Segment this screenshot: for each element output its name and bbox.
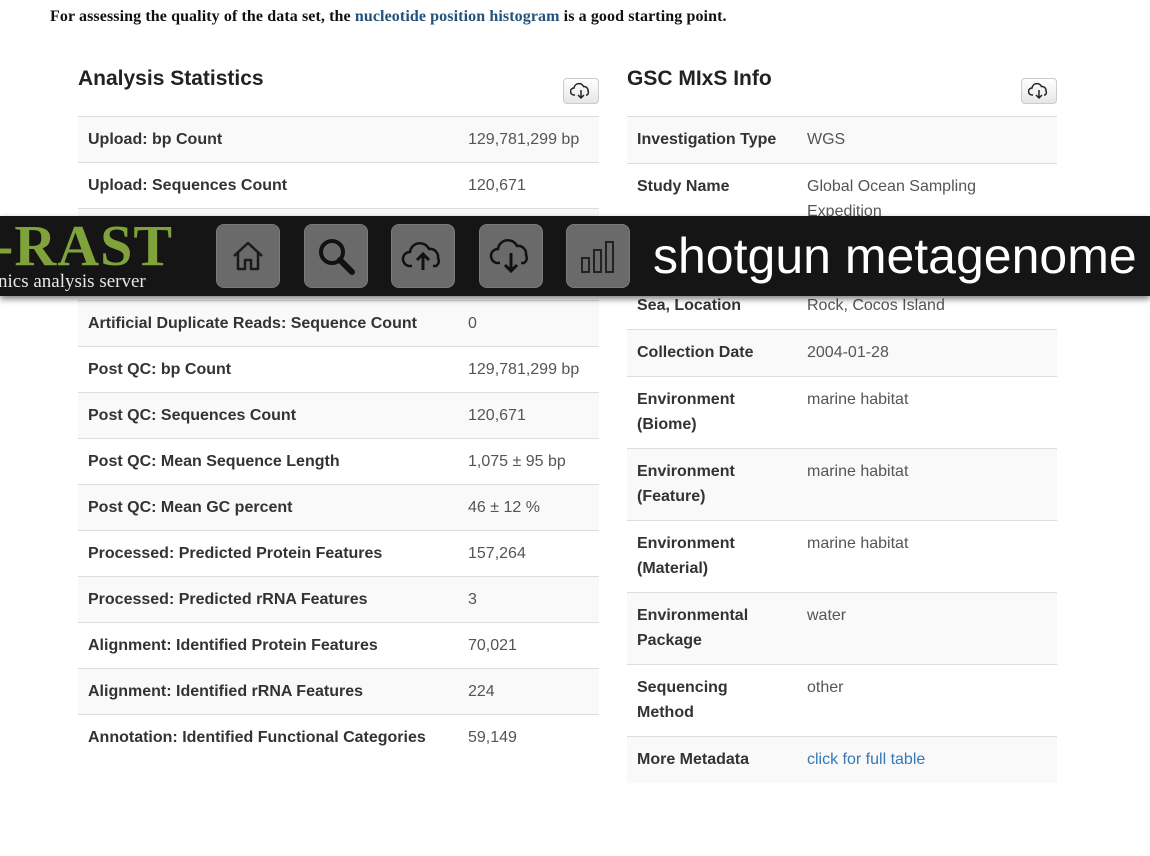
row-label: Environment (Biome) (637, 391, 735, 433)
cloud-download-icon (1028, 82, 1048, 100)
row-label: Environmental Package (637, 607, 749, 649)
analysis-button[interactable] (566, 224, 630, 288)
row-value: 1,075 ± 95 bp (468, 453, 566, 470)
table-row: More Metadata click for full table (627, 736, 1057, 784)
row-value: 120,671 (468, 407, 526, 424)
row-value: 129,781,299 bp (468, 361, 580, 378)
row-value: marine habitat (807, 535, 909, 552)
intro-text: For assessing the quality of the data se… (50, 8, 727, 26)
row-label: Investigation Type (637, 131, 777, 148)
row-value: 70,021 (468, 637, 517, 654)
row-value: 46 ± 12 % (468, 499, 540, 516)
logo[interactable]: -RAST (0, 217, 173, 275)
row-label: Upload: bp Count (88, 131, 223, 148)
chart-icon (581, 241, 614, 273)
row-value: marine habitat (807, 391, 909, 408)
full-table-link[interactable]: click for full table (807, 751, 925, 768)
download-icon (489, 239, 528, 274)
home-button[interactable] (216, 224, 280, 288)
row-value: 59,149 (468, 729, 517, 746)
row-label: Post QC: Sequences Count (88, 407, 297, 424)
row-value: 3 (468, 591, 477, 608)
row-label: Processed: Predicted Protein Features (88, 545, 383, 562)
row-value: 129,781,299 bp (468, 131, 580, 148)
table-row: Environment (Material) marine habitat (627, 520, 1057, 593)
header-banner: -RAST nics analysis server shotgun metag… (0, 216, 1150, 296)
upload-button[interactable] (391, 224, 455, 288)
table-row: Processed: Predicted Protein Features 157… (78, 530, 599, 577)
table-row: Upload: Sequences Count 120,671 (78, 162, 599, 209)
table-row: Post QC: bp Count 129,781,299 bp (78, 346, 599, 393)
logo-subtitle: nics analysis server (0, 271, 146, 292)
row-value: 120,671 (468, 177, 526, 194)
upload-icon (401, 242, 440, 270)
page-title: shotgun metagenome (653, 228, 1137, 284)
row-label: More Metadata (637, 751, 750, 768)
row-label: Alignment: Identified Protein Features (88, 637, 378, 654)
row-label: Upload: Sequences Count (88, 177, 288, 194)
row-value: WGS (807, 131, 846, 148)
cloud-download-icon (570, 82, 590, 100)
intro-before: For assessing the quality of the data se… (50, 8, 355, 25)
search-button[interactable] (304, 224, 368, 288)
row-label: Sequencing Method (637, 679, 728, 721)
row-value: other (807, 679, 844, 696)
table-row: Environment (Feature) marine habitat (627, 448, 1057, 521)
table-row: Annotation: Identified Functional Catego… (78, 714, 599, 761)
download-button[interactable] (479, 224, 543, 288)
table-row: Sequencing Method other (627, 664, 1057, 737)
table-row: Collection Date 2004-01-28 (627, 329, 1057, 377)
table-row: Artificial Duplicate Reads: Sequence Cou… (78, 300, 599, 347)
table-row: Alignment: Identified rRNA Features 224 (78, 668, 599, 715)
row-label: Environment (Material) (637, 535, 735, 577)
row-value: 157,264 (468, 545, 526, 562)
table-row: Environmental Package water (627, 592, 1057, 665)
table-row: Processed: Predicted rRNA Features 3 (78, 576, 599, 623)
row-value: marine habitat (807, 463, 909, 480)
mixs-download-button[interactable] (1021, 78, 1057, 104)
search-icon (319, 239, 355, 275)
row-label: Artificial Duplicate Reads: Sequence Cou… (88, 315, 417, 332)
table-row: Alignment: Identified Protein Features 70… (78, 622, 599, 669)
row-value: 2004-01-28 (807, 344, 889, 361)
row-label: Alignment: Identified rRNA Features (88, 683, 363, 700)
row-label: Post QC: Mean GC percent (88, 499, 293, 516)
home-icon (233, 241, 263, 271)
table-row: Environment (Biome) marine habitat (627, 376, 1057, 449)
table-row: Post QC: Mean Sequence Length 1,075 ± 95 … (78, 438, 599, 485)
analysis-title: Analysis Statistics (78, 67, 264, 90)
row-label: Post QC: bp Count (88, 361, 232, 378)
row-value: 0 (468, 315, 477, 332)
row-label: Collection Date (637, 344, 754, 361)
row-value: 224 (468, 683, 495, 700)
row-value-cell: click for full table (797, 737, 1057, 784)
row-label: Processed: Predicted rRNA Features (88, 591, 368, 608)
intro-after: is a good starting point. (559, 8, 727, 25)
table-row: Post QC: Mean GC percent 46 ± 12 % (78, 484, 599, 531)
row-label: Annotation: Identified Functional Catego… (88, 729, 426, 746)
analysis-download-button[interactable] (563, 78, 599, 104)
mixs-title: GSC MIxS Info (627, 67, 772, 90)
row-label: Environment (Feature) (637, 463, 735, 505)
histogram-link[interactable]: nucleotide position histogram (355, 8, 560, 25)
row-label: Post QC: Mean Sequence Length (88, 453, 340, 470)
table-row: Post QC: Sequences Count 120,671 (78, 392, 599, 439)
row-value: water (807, 607, 847, 624)
table-row: Upload: bp Count 129,781,299 bp (78, 116, 599, 163)
table-row: Investigation Type WGS (627, 116, 1057, 164)
